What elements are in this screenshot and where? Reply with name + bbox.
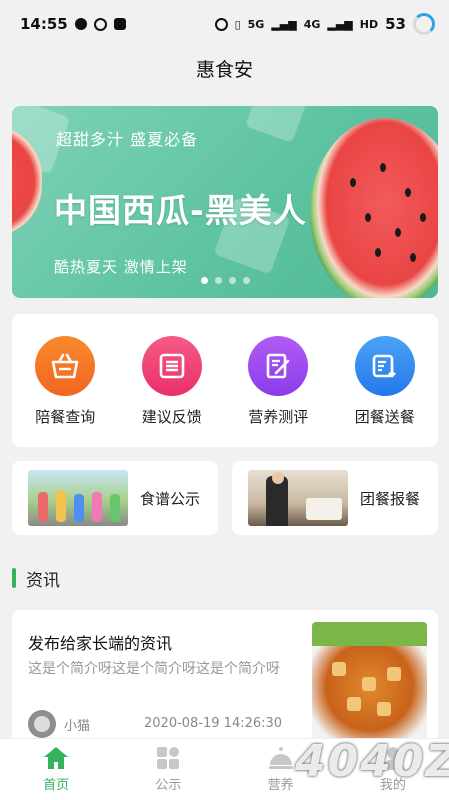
banner-title: 中国西瓜-黑美人	[54, 191, 307, 230]
network-5g: 5G	[247, 17, 265, 31]
status-left: 14:55	[20, 15, 126, 33]
app-notification-icon	[113, 18, 126, 30]
feedback-icon	[141, 336, 202, 396]
action-label: 营养测评	[248, 408, 309, 426]
grid-icon	[157, 747, 180, 769]
action-label: 建议反馈	[141, 408, 202, 426]
vibrate-icon: ▯	[234, 17, 241, 31]
action-label: 陪餐查询	[35, 408, 96, 426]
network-4g: 4G	[303, 17, 321, 31]
home-icon	[44, 747, 69, 769]
watermark-logo: 4040Z	[295, 736, 449, 787]
waiter-photo	[248, 470, 348, 526]
hd-indicator: HD	[359, 17, 379, 31]
action-group-delivery[interactable]: 团餐送餐	[335, 336, 435, 427]
basket-icon	[35, 336, 96, 396]
evaluation-icon	[248, 336, 309, 396]
author-name: 小猫	[64, 718, 91, 734]
news-title: 发布给家长端的资讯	[28, 634, 173, 653]
entry-label: 食谱公示	[140, 489, 201, 508]
pagination-dot[interactable]	[228, 277, 236, 284]
status-time: 14:55	[20, 15, 68, 33]
watermelon-image	[310, 118, 438, 298]
news-description: 这是个简介呀这是个简介呀这是个简介呀	[28, 661, 280, 677]
banner-subtitle: 超甜多汁 盛夏必备	[56, 130, 199, 149]
tab-notice[interactable]: 公示	[123, 746, 213, 793]
section-accent-bar	[12, 568, 16, 588]
action-meal-query[interactable]: 陪餐查询	[15, 336, 115, 427]
promo-banner[interactable]: 超甜多汁 盛夏必备 中国西瓜-黑美人 酷热夏天 激情上架	[12, 106, 438, 298]
delivery-icon	[354, 336, 415, 396]
page-title: 惠食安	[195, 58, 253, 81]
battery-level: 53	[385, 15, 406, 33]
banner-tagline: 酷热夏天 激情上架	[54, 258, 188, 276]
alarm-icon	[214, 17, 228, 31]
pagination-dot[interactable]	[200, 277, 208, 284]
tab-label: 首页	[43, 778, 70, 793]
quick-actions-card: 陪餐查询 建议反馈 营养测评 团餐送餐	[12, 314, 438, 447]
recipe-notice-card[interactable]: 食谱公示	[12, 461, 218, 535]
do-not-disturb-icon	[93, 17, 107, 31]
children-photo	[28, 470, 128, 526]
news-section-header: 资讯	[12, 566, 60, 591]
banner-pagination[interactable]	[12, 277, 438, 284]
notification-dot-icon	[74, 18, 87, 30]
action-label: 团餐送餐	[354, 408, 415, 426]
entry-label: 团餐报餐	[360, 489, 421, 508]
signal-icon-2: ▂▄▆	[327, 17, 353, 31]
pagination-dot[interactable]	[242, 277, 250, 284]
action-feedback[interactable]: 建议反馈	[122, 336, 222, 427]
pagination-dot[interactable]	[214, 277, 222, 284]
news-time: 2020-08-19 14:26:30	[144, 716, 283, 731]
tab-label: 营养	[267, 778, 294, 793]
action-nutrition-eval[interactable]: 营养测评	[228, 336, 328, 427]
ice-cube-decoration	[244, 106, 310, 144]
battery-ring-icon	[413, 13, 435, 35]
section-title: 资讯	[26, 570, 60, 591]
dish-icon	[268, 747, 293, 769]
food-photo	[312, 622, 427, 740]
news-item[interactable]: 发布给家长端的资讯 这是个简介呀这是个简介呀这是个简介呀 小猫 2020-08-…	[12, 610, 438, 750]
app-bar: 惠食安	[0, 48, 449, 88]
news-author: 小猫	[28, 710, 90, 738]
tab-home[interactable]: 首页	[11, 746, 101, 793]
avatar	[28, 710, 56, 738]
signal-icon: ▂▄▆	[271, 17, 297, 31]
group-meal-report-card[interactable]: 团餐报餐	[232, 461, 438, 535]
tab-label: 公示	[155, 778, 182, 793]
status-bar: 14:55 ▯ 5G ▂▄▆ 4G ▂▄▆ HD 53	[0, 0, 449, 48]
status-right: ▯ 5G ▂▄▆ 4G ▂▄▆ HD 53	[214, 13, 435, 35]
